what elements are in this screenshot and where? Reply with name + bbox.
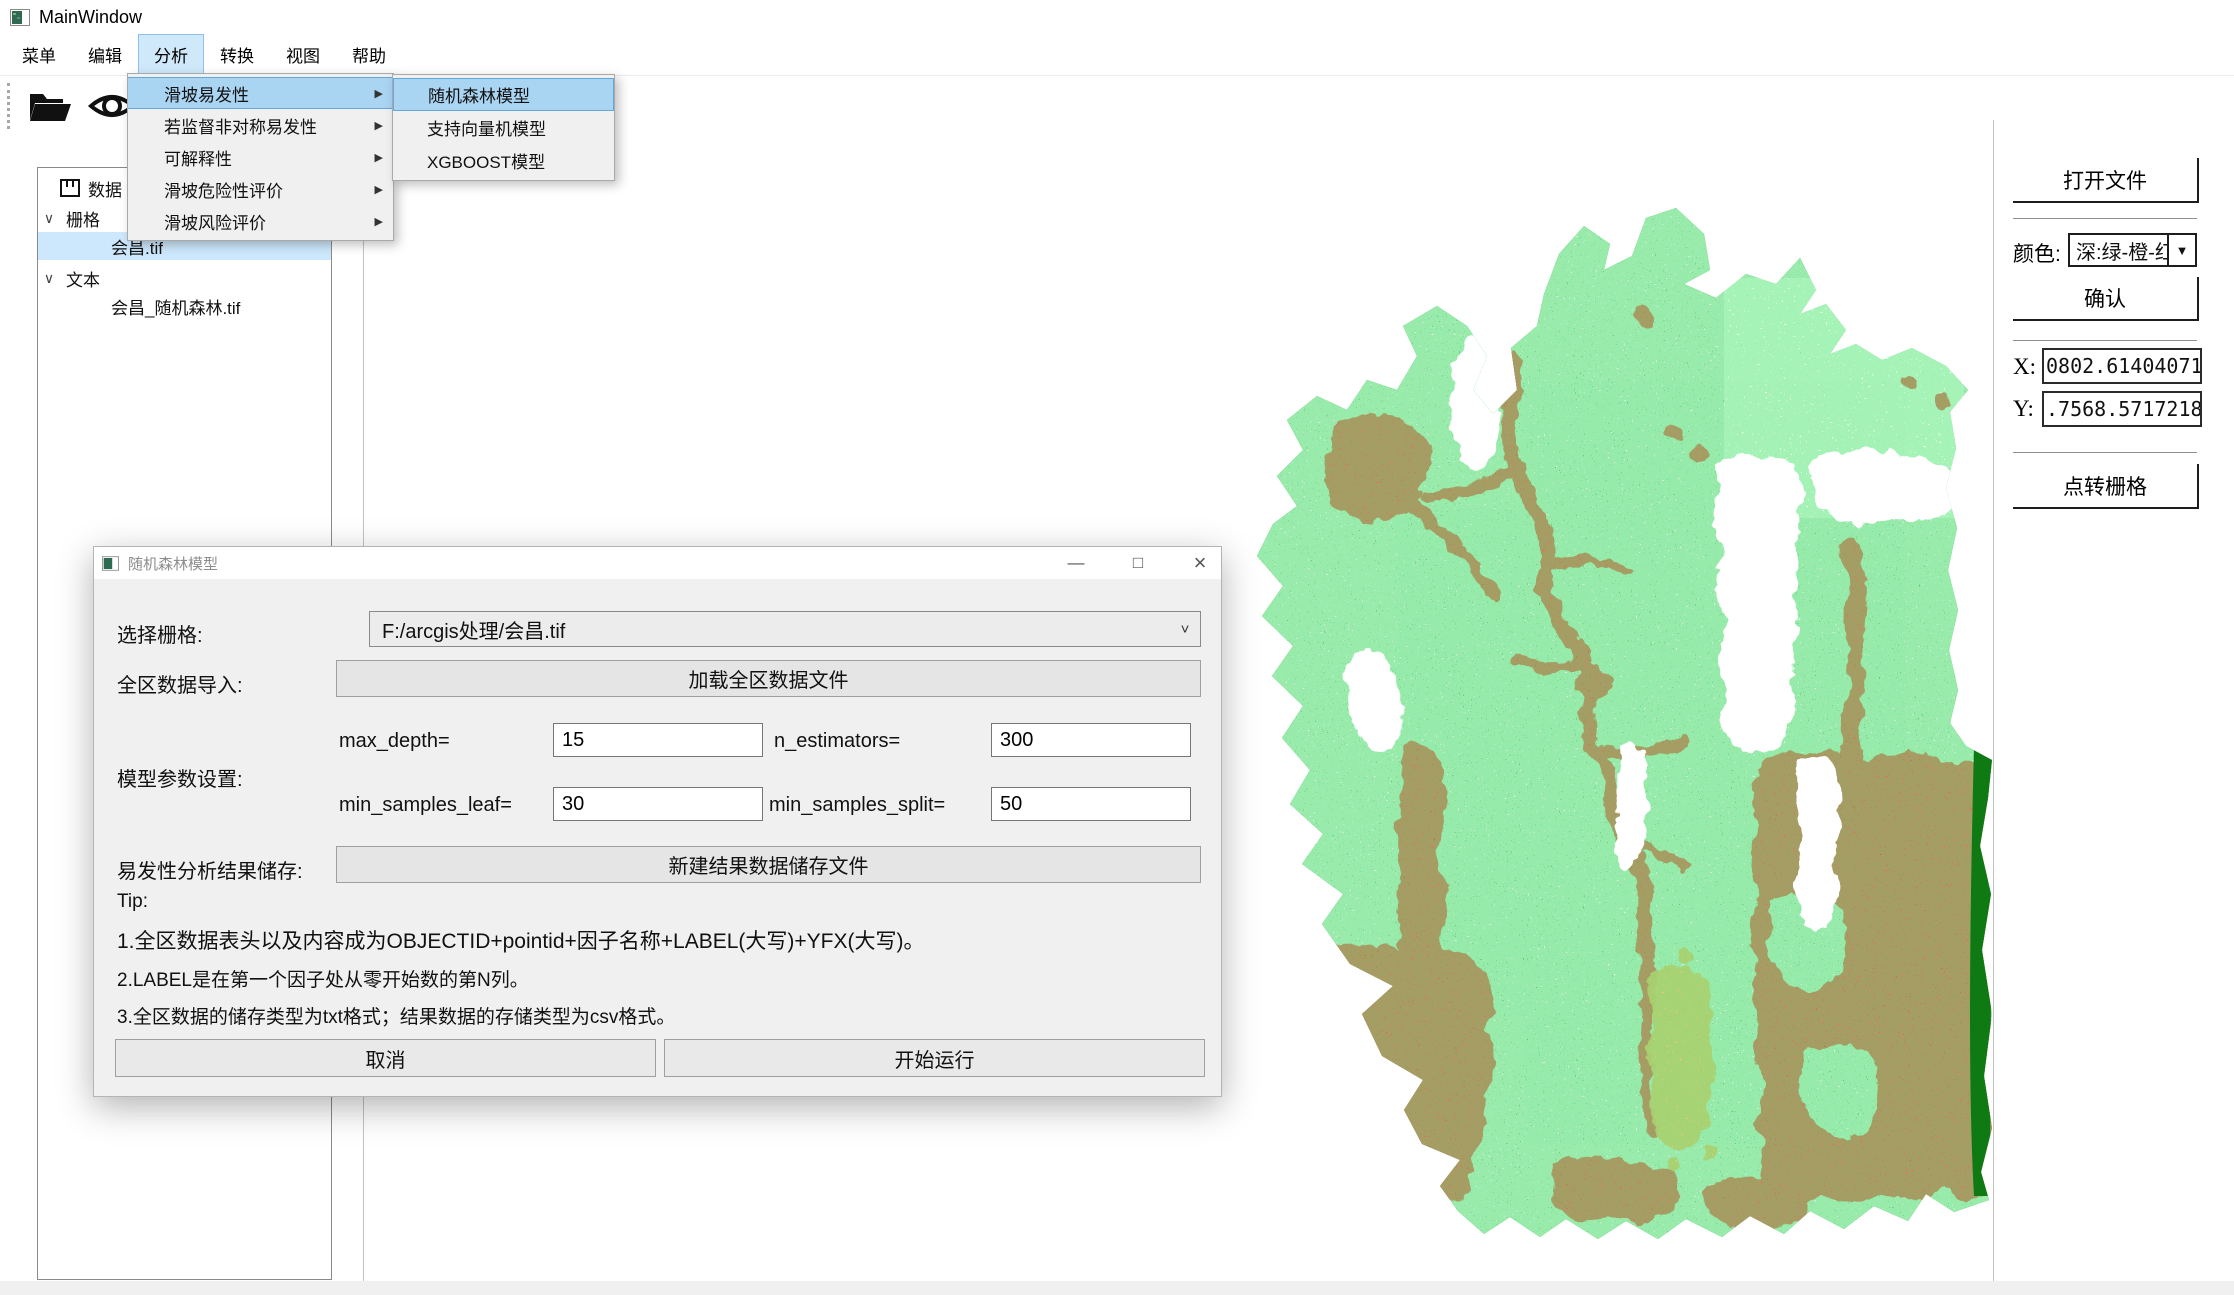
x-coordinate-field[interactable]: 0802.6140407147 bbox=[2042, 348, 2202, 384]
submenu-arrow-icon: ▶ bbox=[375, 87, 383, 100]
menu-item-caidan[interactable]: 菜单 bbox=[6, 34, 72, 75]
params-label: 模型参数设置: bbox=[117, 763, 243, 792]
window-title-bar: MainWindow bbox=[0, 0, 2234, 34]
submenu-arrow-icon: ▶ bbox=[375, 215, 383, 228]
max-depth-label: max_depth= bbox=[339, 730, 450, 753]
submenu-arrow-icon: ▶ bbox=[375, 151, 383, 164]
menu-bar: 菜单 编辑 分析 转换 视图 帮助 bbox=[0, 34, 2234, 76]
minimize-icon[interactable]: — bbox=[1063, 553, 1089, 573]
run-button[interactable]: 开始运行 bbox=[664, 1039, 1205, 1077]
x-coordinate-label: X: bbox=[2013, 354, 2036, 380]
menu-item-interpretability[interactable]: 可解释性 ▶ bbox=[128, 141, 393, 173]
import-label: 全区数据导入: bbox=[117, 669, 243, 698]
min-samples-split-input[interactable] bbox=[991, 787, 1191, 821]
color-ramp-dropdown[interactable]: 深:绿-橙-红 ▼ bbox=[2068, 233, 2197, 267]
tip-line-2: 2.LABEL是在第一个因子处从零开始数的第N列。 bbox=[117, 965, 529, 992]
menu-item-bianji[interactable]: 编辑 bbox=[72, 34, 138, 75]
min-samples-split-label: min_samples_split= bbox=[769, 794, 945, 817]
submenu-item-svm[interactable]: 支持向量机模型 bbox=[393, 111, 614, 144]
window-title: MainWindow bbox=[39, 7, 142, 28]
raster-select-value: F:/arcgis处理/会昌.tif bbox=[370, 615, 1170, 644]
tree-group-text[interactable]: ∨ 文本 bbox=[38, 264, 331, 292]
tree-item-text-tif[interactable]: 会昌_随机森林.tif bbox=[38, 292, 331, 320]
tip-title: Tip: bbox=[117, 891, 148, 913]
model-submenu-popup: 随机森林模型 支持向量机模型 XGBOOST模型 bbox=[392, 74, 615, 181]
max-depth-input[interactable] bbox=[553, 723, 763, 757]
menu-item-zhuanhuan[interactable]: 转换 bbox=[204, 34, 270, 75]
dropdown-arrow-icon: ▼ bbox=[2167, 235, 2195, 265]
point-to-raster-button[interactable]: 点转栅格 bbox=[2013, 464, 2199, 509]
load-region-data-button[interactable]: 加载全区数据文件 bbox=[336, 660, 1201, 697]
cancel-button[interactable]: 取消 bbox=[115, 1039, 656, 1077]
min-samples-leaf-input[interactable] bbox=[553, 787, 763, 821]
submenu-arrow-icon: ▶ bbox=[375, 183, 383, 196]
new-result-file-button[interactable]: 新建结果数据储存文件 bbox=[336, 846, 1201, 883]
menu-item-weak-supervised[interactable]: 若监督非对称易发性 ▶ bbox=[128, 109, 393, 141]
analysis-menu-popup: 滑坡易发性 ▶ 若监督非对称易发性 ▶ 可解释性 ▶ 滑坡危险性评价 ▶ 滑坡风… bbox=[127, 73, 394, 241]
color-ramp-value: 深:绿-橙-红 bbox=[2070, 236, 2167, 265]
map-raster-huichang[interactable] bbox=[1254, 198, 1994, 1240]
divider bbox=[2013, 452, 2197, 453]
chevron-down-icon: ˅ bbox=[1170, 621, 1200, 638]
menu-item-landslide-susceptibility[interactable]: 滑坡易发性 ▶ bbox=[128, 77, 393, 109]
tree-root-label: 数据 bbox=[88, 176, 122, 201]
divider bbox=[2013, 340, 2197, 341]
menu-item-hazard-assessment[interactable]: 滑坡危险性评价 ▶ bbox=[128, 173, 393, 205]
dialog-title-bar[interactable]: 随机森林模型 — □ × bbox=[94, 547, 1221, 579]
tip-line-3: 3.全区数据的储存类型为txt格式；结果数据的存储类型为csv格式。 bbox=[117, 1002, 675, 1029]
tree-expander-icon[interactable]: ∨ bbox=[38, 270, 60, 287]
tree-expander-icon[interactable]: ∨ bbox=[38, 210, 60, 227]
submenu-item-xgboost[interactable]: XGBOOST模型 bbox=[393, 144, 614, 177]
status-strip bbox=[0, 1281, 2234, 1295]
dialog-title: 随机森林模型 bbox=[128, 553, 218, 574]
y-coordinate-field[interactable]: .7568.571721861 bbox=[2042, 391, 2202, 427]
menu-item-shitu[interactable]: 视图 bbox=[270, 34, 336, 75]
n-estimators-label: n_estimators= bbox=[774, 730, 900, 753]
tree-group-raster-label: 栅格 bbox=[66, 206, 100, 231]
data-panel-icon bbox=[60, 179, 80, 197]
close-icon[interactable]: × bbox=[1187, 550, 1213, 576]
raster-select-combobox[interactable]: F:/arcgis处理/会昌.tif ˅ bbox=[369, 611, 1201, 647]
divider bbox=[2013, 218, 2197, 219]
y-coordinate-label: Y: bbox=[2013, 396, 2034, 422]
raster-select-label: 选择栅格: bbox=[117, 619, 203, 648]
menu-item-fenxi[interactable]: 分析 bbox=[138, 34, 204, 75]
result-storage-label: 易发性分析结果储存: bbox=[117, 855, 303, 884]
maximize-icon[interactable]: □ bbox=[1125, 553, 1151, 573]
tree-group-text-label: 文本 bbox=[66, 266, 100, 291]
color-label: 颜色: bbox=[2013, 238, 2061, 268]
min-samples-leaf-label: min_samples_leaf= bbox=[339, 794, 512, 817]
menu-item-bangzhu[interactable]: 帮助 bbox=[336, 34, 402, 75]
toolbar-drag-handle[interactable] bbox=[7, 83, 13, 129]
open-folder-icon[interactable] bbox=[27, 86, 73, 126]
n-estimators-input[interactable] bbox=[991, 723, 1191, 757]
tree-item-text-label: 会昌_随机森林.tif bbox=[111, 294, 240, 319]
submenu-item-random-forest[interactable]: 随机森林模型 bbox=[393, 78, 614, 111]
random-forest-dialog: 随机森林模型 — □ × 选择栅格: F:/arcgis处理/会昌.tif ˅ … bbox=[93, 546, 1222, 1097]
submenu-arrow-icon: ▶ bbox=[375, 119, 383, 132]
dialog-icon bbox=[102, 556, 119, 571]
menu-item-risk-assessment[interactable]: 滑坡风险评价 ▶ bbox=[128, 205, 393, 237]
open-file-button[interactable]: 打开文件 bbox=[2013, 158, 2199, 203]
tip-line-1: 1.全区数据表头以及内容成为OBJECTID+pointid+因子名称+LABE… bbox=[117, 925, 924, 955]
confirm-button[interactable]: 确认 bbox=[2013, 277, 2199, 321]
app-icon bbox=[10, 9, 30, 26]
